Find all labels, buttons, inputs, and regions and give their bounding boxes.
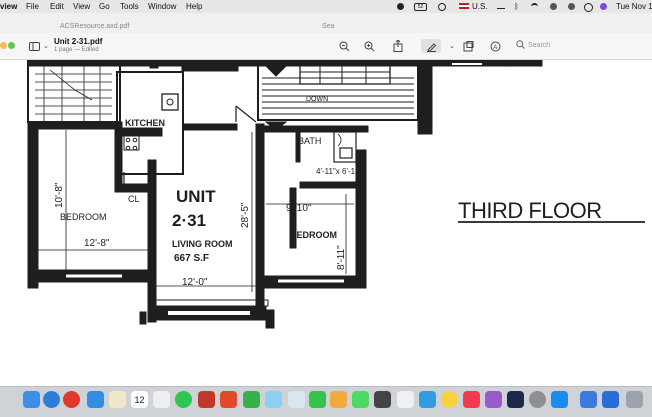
safari-icon[interactable] bbox=[43, 391, 60, 408]
closet-label: CL bbox=[128, 194, 140, 204]
office-icon[interactable] bbox=[220, 391, 237, 408]
menu-help[interactable]: Help bbox=[186, 2, 202, 11]
dock: 12 bbox=[0, 386, 652, 417]
music-icon[interactable] bbox=[463, 391, 480, 408]
unit-label: UNIT bbox=[176, 187, 216, 206]
zoom-in-icon[interactable] bbox=[362, 39, 376, 53]
background-window: ACSResource.axd.pdf Sea bbox=[0, 13, 652, 33]
living-width-dim: 12'-0" bbox=[182, 277, 208, 288]
menu-go[interactable]: Go bbox=[99, 2, 110, 11]
calendar-icon[interactable]: 12 bbox=[131, 391, 148, 408]
bedroom-2-height-dim: 8'-11" bbox=[336, 245, 347, 270]
background-window-title[interactable]: ACSResource.axd.pdf bbox=[60, 23, 129, 30]
floor-plan-drawing: KITCHEN BEDROOM CL UNIT 2·31 LIVING ROOM… bbox=[27, 60, 645, 329]
menu-app-name[interactable]: view bbox=[0, 2, 17, 11]
maps-icon[interactable] bbox=[288, 391, 305, 408]
facetime-icon[interactable] bbox=[309, 391, 326, 408]
bedroom-1-height-dim: 10'-8" bbox=[54, 182, 65, 208]
menu-bar: view File Edit View Go Tools Window Help… bbox=[0, 0, 652, 13]
zoom-window-button[interactable] bbox=[8, 42, 15, 49]
document-status: 1 page — Edited bbox=[54, 47, 99, 53]
trash-icon[interactable] bbox=[626, 391, 643, 408]
markup-pen-icon[interactable] bbox=[421, 39, 441, 53]
notes-icon[interactable] bbox=[109, 391, 126, 408]
kitchen-label: KITCHEN bbox=[125, 118, 165, 128]
bluetooth-icon[interactable]: ᛒ bbox=[514, 2, 519, 11]
us-flag-icon[interactable] bbox=[459, 3, 469, 9]
downloads-icon[interactable] bbox=[602, 391, 619, 408]
chevron-down-icon[interactable]: ⌄ bbox=[445, 39, 459, 53]
photo-booth-icon[interactable] bbox=[374, 391, 391, 408]
app-store-icon[interactable] bbox=[551, 391, 568, 408]
bath-dims: 4'-11"x 6'-10" bbox=[316, 167, 363, 176]
numbers-icon[interactable] bbox=[243, 391, 260, 408]
control-center-icon[interactable] bbox=[550, 3, 557, 10]
battery-icon[interactable]: 52 bbox=[414, 3, 427, 11]
system-settings-icon[interactable] bbox=[529, 391, 546, 408]
minimize-button[interactable] bbox=[0, 42, 7, 49]
menu-tools[interactable]: Tools bbox=[120, 2, 139, 11]
menu-view[interactable]: View bbox=[73, 2, 90, 11]
wifi-icon[interactable] bbox=[531, 3, 538, 12]
bedroom-1-label: BEDROOM bbox=[60, 212, 107, 222]
messages-icon[interactable] bbox=[352, 391, 369, 408]
time-machine-icon[interactable] bbox=[438, 3, 446, 11]
share-icon[interactable] bbox=[391, 39, 405, 53]
living-room-label: LIVING ROOM bbox=[172, 239, 233, 249]
folder-icon[interactable] bbox=[580, 391, 597, 408]
whatsapp-icon[interactable] bbox=[175, 391, 192, 408]
skype-icon[interactable] bbox=[419, 391, 436, 408]
screen-icon[interactable] bbox=[497, 3, 505, 9]
input-source-label[interactable]: U.S. bbox=[472, 2, 488, 11]
search-icon bbox=[516, 40, 525, 51]
annotate-circle-icon[interactable]: A bbox=[488, 39, 502, 53]
stair-down-label: DOWN bbox=[306, 96, 328, 103]
user-icon[interactable] bbox=[568, 3, 575, 10]
podcasts-icon[interactable] bbox=[485, 391, 502, 408]
search-placeholder: Search bbox=[528, 42, 551, 49]
chevron-down-icon[interactable]: ⌄ bbox=[39, 39, 53, 53]
background-window-tab[interactable]: Sea bbox=[322, 23, 334, 30]
siri-icon[interactable] bbox=[600, 3, 607, 10]
bedroom-2-label: BEDROOM bbox=[290, 230, 337, 240]
app-icon[interactable] bbox=[265, 391, 282, 408]
unit-number: 2·31 bbox=[172, 211, 206, 230]
bath-label: BATH bbox=[298, 136, 321, 146]
svg-text:A: A bbox=[493, 45, 497, 51]
spotlight-icon[interactable] bbox=[584, 3, 593, 12]
opera-icon[interactable] bbox=[63, 391, 80, 408]
area-label: 667 S.F bbox=[174, 253, 209, 264]
living-height-dim: 28'-5" bbox=[240, 202, 251, 228]
document-canvas[interactable]: KITCHEN BEDROOM CL UNIT 2·31 LIVING ROOM… bbox=[0, 60, 652, 386]
preview-icon[interactable] bbox=[397, 391, 414, 408]
photos-icon[interactable] bbox=[441, 391, 458, 408]
pdf-app-icon[interactable] bbox=[198, 391, 215, 408]
menu-file[interactable]: File bbox=[26, 2, 39, 11]
document-title[interactable]: Unit 2-31.pdf bbox=[54, 37, 102, 46]
search-field[interactable]: Search bbox=[512, 40, 642, 53]
crop-icon[interactable] bbox=[461, 39, 475, 53]
screen-app-icon[interactable] bbox=[507, 391, 524, 408]
reminders-icon[interactable] bbox=[153, 391, 170, 408]
menu-edit[interactable]: Edit bbox=[50, 2, 64, 11]
status-icon[interactable] bbox=[397, 3, 404, 10]
clock[interactable]: Tue Nov 12 bbox=[616, 2, 652, 11]
mail-icon[interactable] bbox=[87, 391, 104, 408]
bedroom-2-width-dim: 9'-10" bbox=[286, 203, 312, 214]
zoom-out-icon[interactable] bbox=[337, 39, 351, 53]
floor-heading: THIRD FLOOR bbox=[458, 198, 602, 223]
finder-icon[interactable] bbox=[23, 391, 40, 408]
bedroom-1-width-dim: 12'-8" bbox=[84, 238, 110, 249]
preview-toolbar: ⌄ Unit 2-31.pdf 1 page — Edited ⌄ A Sear… bbox=[0, 33, 652, 60]
menu-window[interactable]: Window bbox=[148, 2, 176, 11]
pages-icon[interactable] bbox=[330, 391, 347, 408]
